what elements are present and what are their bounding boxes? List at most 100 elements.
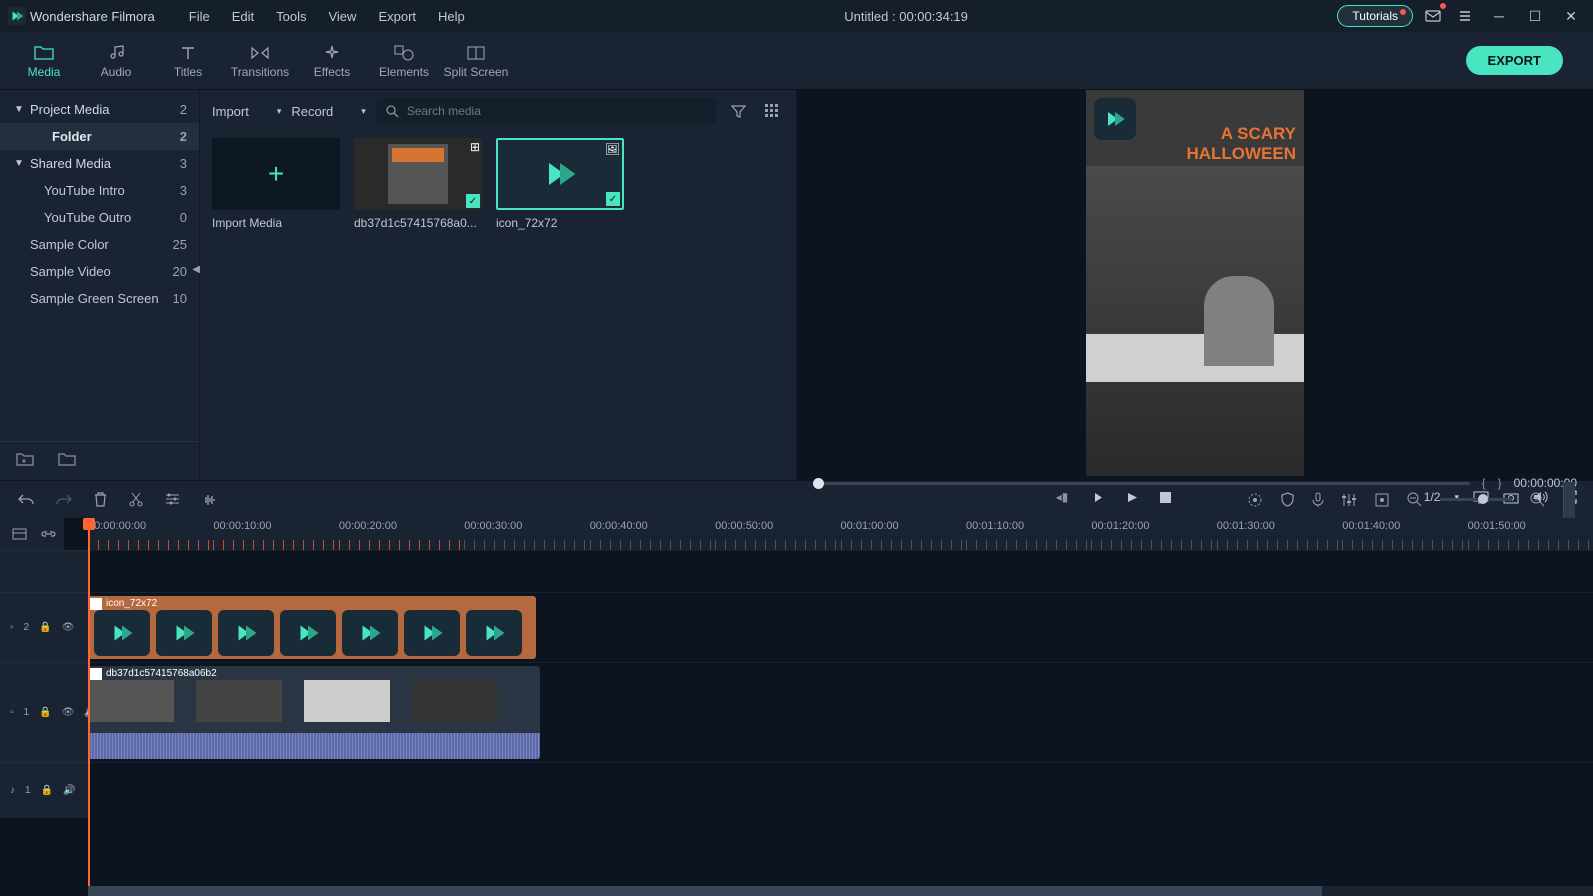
- tab-elements[interactable]: Elements: [368, 33, 440, 89]
- media-card-video[interactable]: ⊞ ✓ db37d1c57415768a0...: [354, 138, 482, 230]
- notification-dot-icon: [1440, 3, 1446, 9]
- track-v1[interactable]: ▫1🔒👁🔊 db37d1c57415768a06b2: [0, 662, 1593, 762]
- stop-icon[interactable]: [1160, 492, 1171, 503]
- preview-viewport[interactable]: A SCARYHALLOWEEN: [797, 90, 1593, 476]
- menu-file[interactable]: File: [179, 5, 220, 28]
- preview-panel: A SCARYHALLOWEEN { } 00:00:00:00 ◂▮ 1/2 …: [797, 90, 1593, 480]
- play-start-icon[interactable]: [1090, 491, 1103, 504]
- sidebar-item-sample-color[interactable]: Sample Color25: [0, 231, 199, 258]
- sidebar-item-sample-video[interactable]: Sample Video20: [0, 258, 199, 285]
- tutorials-button[interactable]: Tutorials: [1337, 5, 1413, 27]
- video-type-icon: ⊞: [470, 140, 480, 154]
- scrub-bar[interactable]: [813, 482, 1470, 485]
- timeline-scrollbar[interactable]: [88, 886, 1593, 896]
- marker-icon[interactable]: [1375, 493, 1389, 507]
- timeline-tool1-icon[interactable]: [12, 528, 27, 540]
- menu-edit[interactable]: Edit: [222, 5, 264, 28]
- track-audio-icon: ♪: [10, 785, 15, 796]
- track-spacer: [0, 550, 1593, 592]
- tab-titles[interactable]: Titles: [152, 33, 224, 89]
- search-icon: [386, 105, 399, 118]
- undo-icon[interactable]: [18, 493, 34, 506]
- menu-export[interactable]: Export: [368, 5, 426, 28]
- close-button[interactable]: ✕: [1557, 2, 1585, 30]
- logo-overlay-icon: [1094, 98, 1136, 140]
- audio-adjust-icon[interactable]: [202, 493, 218, 507]
- maximize-button[interactable]: ☐: [1521, 2, 1549, 30]
- transition-icon: [250, 43, 270, 63]
- tab-transitions[interactable]: Transitions: [224, 33, 296, 89]
- zoom-in-icon[interactable]: [1530, 492, 1545, 507]
- mic-icon[interactable]: [1312, 492, 1324, 508]
- document-title: Untitled : 00:00:34:19: [479, 9, 1334, 24]
- delete-icon[interactable]: [94, 492, 107, 507]
- track-a1[interactable]: ♪1🔒🔊: [0, 762, 1593, 818]
- sidebar-item-sample-green[interactable]: Sample Green Screen10: [0, 285, 199, 312]
- zoom-fit-icon[interactable]: [1563, 482, 1575, 518]
- notification-dot-icon: [1400, 9, 1406, 15]
- import-media-card[interactable]: + Import Media: [212, 138, 340, 230]
- sidebar-item-youtube-intro[interactable]: YouTube Intro3: [0, 177, 199, 204]
- cut-icon[interactable]: [129, 492, 143, 507]
- split-icon: [467, 43, 485, 63]
- lock-icon[interactable]: 🔒: [39, 622, 51, 633]
- track-video-icon: ▫: [10, 707, 14, 718]
- tab-audio[interactable]: Audio: [80, 33, 152, 89]
- shapes-icon: [394, 43, 414, 63]
- lock-icon[interactable]: 🔒: [39, 707, 51, 718]
- export-button[interactable]: EXPORT: [1466, 46, 1563, 75]
- redo-icon[interactable]: [56, 493, 72, 506]
- new-folder-icon[interactable]: [16, 452, 34, 466]
- menu-list-icon[interactable]: [1453, 4, 1477, 28]
- search-input[interactable]: [376, 98, 716, 124]
- speaker-icon[interactable]: 🔊: [63, 785, 75, 796]
- color-icon[interactable]: [1247, 492, 1263, 508]
- zoom-out-icon[interactable]: [1407, 492, 1422, 507]
- folder-icon[interactable]: [58, 452, 76, 466]
- menu-view[interactable]: View: [318, 5, 366, 28]
- sidebar-item-project-media[interactable]: ▼Project Media2: [0, 96, 199, 123]
- play-icon[interactable]: [1125, 491, 1138, 504]
- check-icon: ✓: [606, 192, 620, 206]
- chevron-down-icon: ▾: [361, 106, 366, 117]
- clip-icon72[interactable]: icon_72x72: [88, 596, 536, 659]
- media-card-icon[interactable]: 🖼 ✓ icon_72x72: [496, 138, 624, 230]
- sidebar-item-folder[interactable]: Folder2: [0, 123, 199, 150]
- mixer-icon[interactable]: [1342, 493, 1357, 507]
- tab-split-screen[interactable]: Split Screen: [440, 33, 512, 89]
- menu-tools[interactable]: Tools: [266, 5, 316, 28]
- link-icon[interactable]: [41, 529, 56, 539]
- minimize-button[interactable]: ─: [1485, 2, 1513, 30]
- timeline-ruler[interactable]: 00:00:00:00 00:00:10:00 00:00:20:00 00:0…: [88, 518, 1593, 550]
- filter-icon[interactable]: [726, 99, 750, 123]
- grid-view-icon[interactable]: [760, 99, 784, 123]
- zoom-slider[interactable]: [1440, 498, 1512, 501]
- shield-icon[interactable]: [1281, 492, 1294, 507]
- tab-media[interactable]: Media: [8, 33, 80, 89]
- timeline: 00:00:00:00 00:00:10:00 00:00:20:00 00:0…: [0, 518, 1593, 896]
- scrub-handle[interactable]: [813, 478, 824, 489]
- eye-icon[interactable]: 👁: [62, 707, 75, 718]
- clip-video1[interactable]: db37d1c57415768a06b2: [88, 666, 540, 759]
- overlay-text: A SCARYHALLOWEEN: [1186, 124, 1296, 165]
- media-panel: Import▾ Record▾ + Import Media ⊞ ✓ db37d…: [200, 90, 797, 480]
- track-v2[interactable]: ▫2🔒👁 icon_72x72: [0, 592, 1593, 662]
- sidebar-item-shared-media[interactable]: ▼Shared Media3: [0, 150, 199, 177]
- sparkle-icon: [323, 43, 341, 63]
- adjust-icon[interactable]: [165, 493, 180, 506]
- menu-help[interactable]: Help: [428, 5, 475, 28]
- messages-icon[interactable]: [1421, 4, 1445, 28]
- tab-effects[interactable]: Effects: [296, 33, 368, 89]
- prev-frame-icon[interactable]: ◂▮: [1056, 490, 1069, 504]
- chevron-down-icon: ▾: [277, 106, 282, 117]
- sidebar-item-youtube-outro[interactable]: YouTube Outro0: [0, 204, 199, 231]
- collapse-sidebar-icon[interactable]: ◀: [192, 264, 200, 275]
- chevron-down-icon: ▼: [12, 158, 26, 169]
- import-dropdown[interactable]: Import▾: [212, 104, 281, 119]
- playhead[interactable]: [88, 518, 90, 896]
- lock-icon[interactable]: 🔒: [41, 785, 53, 796]
- zoom-handle[interactable]: [1478, 494, 1488, 504]
- eye-icon[interactable]: 👁: [62, 622, 75, 633]
- titlebar: Wondershare Filmora File Edit Tools View…: [0, 0, 1593, 32]
- record-dropdown[interactable]: Record▾: [291, 104, 365, 119]
